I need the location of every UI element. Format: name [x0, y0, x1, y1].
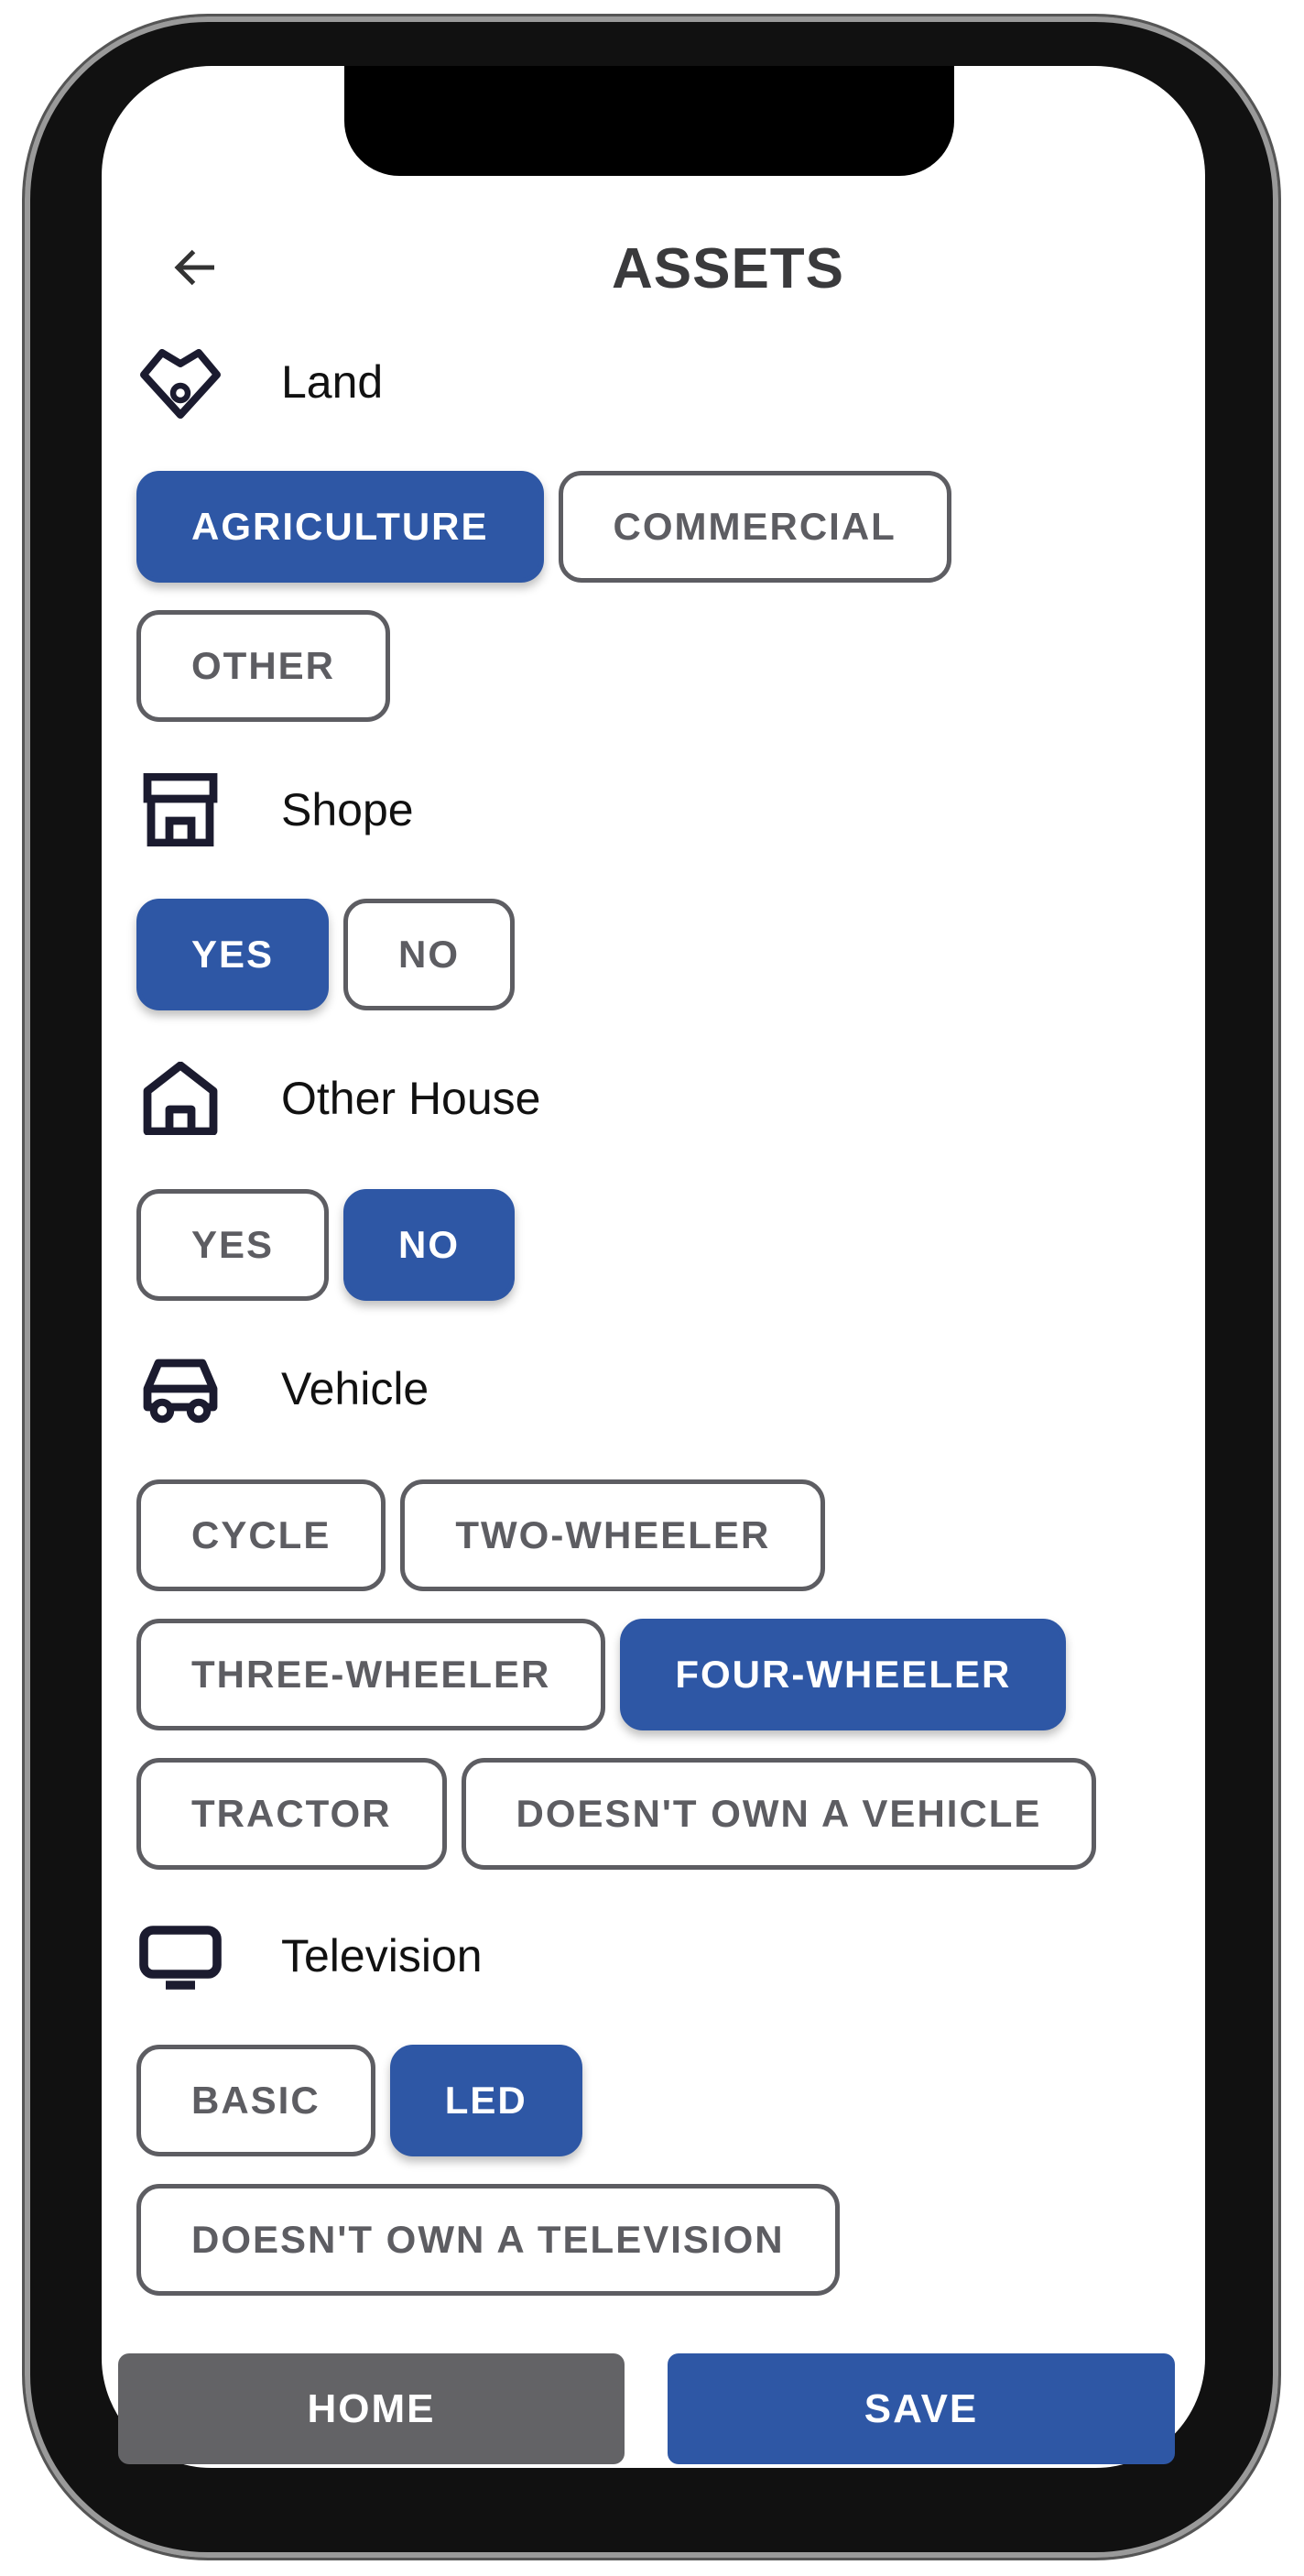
- chip-no[interactable]: NO: [343, 899, 516, 1010]
- house-options: YES NO: [136, 1189, 1180, 1301]
- chip-tractor[interactable]: TRACTOR: [136, 1758, 447, 1870]
- home-button[interactable]: HOME: [118, 2353, 625, 2464]
- vehicle-options: CYCLE TWO-WHEELER THREE-WHEELER FOUR-WHE…: [136, 1479, 1180, 1870]
- section-land-header: Land: [136, 345, 383, 419]
- section-house-header: Other House: [136, 1062, 540, 1135]
- chip-led[interactable]: LED: [389, 2045, 582, 2156]
- house-icon: [136, 1062, 224, 1135]
- phone-notch: [344, 66, 954, 176]
- car-icon: [136, 1352, 224, 1425]
- shop-options: YES NO: [136, 899, 1180, 1010]
- save-button[interactable]: SAVE: [668, 2353, 1175, 2464]
- chip-yes[interactable]: YES: [136, 899, 330, 1010]
- page-title: ASSETS: [611, 237, 845, 300]
- chip-basic[interactable]: BASIC: [136, 2045, 375, 2156]
- chip-no-vehicle[interactable]: DOESN'T OWN A VEHICLE: [461, 1758, 1097, 1870]
- chip-agriculture[interactable]: AGRICULTURE: [136, 471, 544, 583]
- tv-options: BASIC LED DOESN'T OWN A TELEVISION: [136, 2045, 1180, 2296]
- section-label: Television: [281, 1930, 483, 1981]
- chip-no[interactable]: NO: [343, 1189, 516, 1301]
- shop-icon: [136, 773, 224, 846]
- chip-two-wheeler[interactable]: TWO-WHEELER: [400, 1479, 826, 1591]
- chip-no-television[interactable]: DOESN'T OWN A TELEVISION: [136, 2184, 840, 2296]
- chip-four-wheeler[interactable]: FOUR-WHEELER: [620, 1619, 1067, 1730]
- land-options: AGRICULTURE COMMERCIAL OTHER: [136, 471, 1180, 722]
- section-vehicle-header: Vehicle: [136, 1352, 429, 1425]
- chip-commercial[interactable]: COMMERCIAL: [558, 471, 951, 583]
- land-icon: [136, 345, 224, 419]
- section-label: Land: [281, 356, 384, 408]
- chip-three-wheeler[interactable]: THREE-WHEELER: [136, 1619, 606, 1730]
- section-tv-header: Television: [136, 1919, 483, 1992]
- section-label: Vehicle: [281, 1363, 429, 1414]
- chip-cycle[interactable]: CYCLE: [136, 1479, 386, 1591]
- section-label: Shope: [281, 784, 414, 835]
- chip-yes[interactable]: YES: [136, 1189, 330, 1301]
- chip-other[interactable]: OTHER: [136, 610, 390, 722]
- tv-icon: [136, 1919, 224, 1992]
- section-label: Other House: [281, 1073, 541, 1124]
- section-shop-header: Shope: [136, 773, 414, 846]
